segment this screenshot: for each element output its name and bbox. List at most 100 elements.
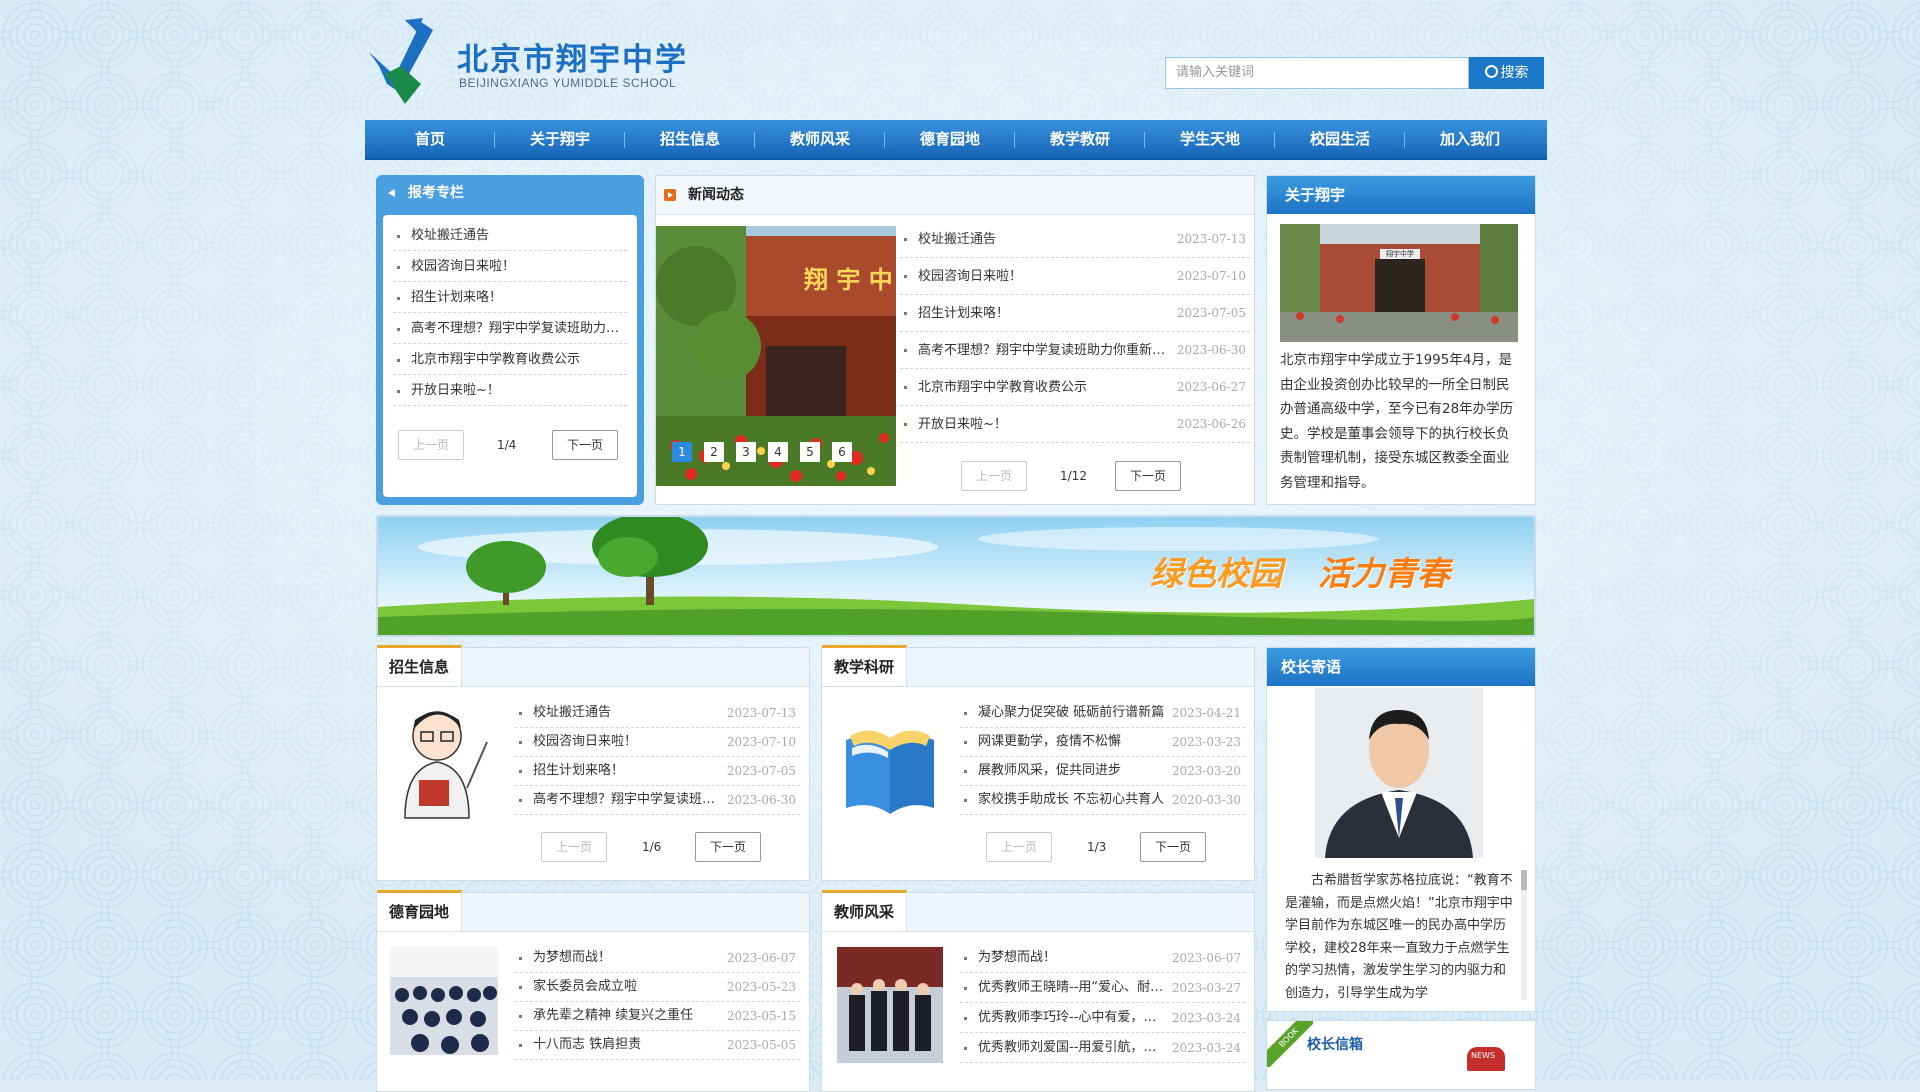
search-input[interactable]: 请输入关键词 xyxy=(1165,57,1469,89)
news-item[interactable]: 北京市翔宇中学教育收费公示 2023-06-27 xyxy=(900,369,1250,406)
slider-dot[interactable]: 6 xyxy=(832,442,852,462)
banner-text-green: 绿色校园 xyxy=(1150,554,1282,593)
moral-item-date: 2023-05-05 xyxy=(726,1038,796,1052)
teacher-item[interactable]: 优秀教师李巧玲--心中有爱，眼中有光 2023-03-24 xyxy=(960,1003,1245,1033)
news-slider[interactable]: 翔 宇 中 1 2 3 4 5 6 xyxy=(656,226,896,486)
admission-item-text: 校址搬迁通告 xyxy=(533,705,612,720)
about-photo[interactable]: 翔宇中学 xyxy=(1280,224,1518,342)
news-panel: 新闻动态 翔 宇 中 1 2 3 4 5 6 校址搬迁通告 2023-07-13… xyxy=(655,175,1255,505)
list-item[interactable]: 校园咨询日来啦！ xyxy=(393,252,627,282)
teacher-item-date: 2023-03-24 xyxy=(1171,1041,1241,1055)
speaker-icon xyxy=(388,189,395,197)
prev-page-button[interactable]: 上一页 xyxy=(398,430,464,460)
research-item[interactable]: 凝心聚力促突破 砥砺前行谱新篇 2023-04-21 xyxy=(960,698,1245,728)
list-item[interactable]: 开放日来啦~！ xyxy=(393,376,627,406)
prev-page-button[interactable]: 上一页 xyxy=(541,832,607,862)
next-page-button[interactable]: 下一页 xyxy=(695,832,761,862)
research-item[interactable]: 网课更勤学，疫情不松懈 2023-03-23 xyxy=(960,727,1245,757)
news-title: 新闻动态 xyxy=(688,187,744,203)
admission-item-date: 2023-07-13 xyxy=(726,706,796,720)
school-gate-photo xyxy=(1280,224,1518,342)
teacher-item[interactable]: 优秀教师刘爱国--用爱引航，以心育人 2023-03-24 xyxy=(960,1033,1245,1063)
nav-item-research[interactable]: 教学教研 xyxy=(1015,120,1145,158)
admission-item-text: 高考不理想？翔宇中学复读班助力你重新起航 xyxy=(533,792,720,807)
news-item-date: 2023-07-13 xyxy=(1176,232,1246,246)
teacher-item[interactable]: 为梦想而战！ 2023-06-07 xyxy=(960,943,1245,973)
news-item[interactable]: 校园咨询日来啦！ 2023-07-10 xyxy=(900,258,1250,295)
list-item-text: 校址搬迁通告 xyxy=(411,228,490,243)
news-item[interactable]: 高考不理想？翔宇中学复读班助力你重新起航 2023-06-30 xyxy=(900,332,1250,369)
research-item[interactable]: 展教师风采，促共同进步 2023-03-20 xyxy=(960,756,1245,786)
search-button-label: 搜索 xyxy=(1500,65,1529,81)
next-page-button[interactable]: 下一页 xyxy=(552,430,618,460)
news-item[interactable]: 校址搬迁通告 2023-07-13 xyxy=(900,221,1250,258)
school-logo[interactable]: 北京市翔宇中学 BEIJINGXIANG YUMIDDLE SCHOOL xyxy=(365,14,705,104)
teacher-item-date: 2023-06-07 xyxy=(1171,951,1241,965)
moral-item[interactable]: 承先辈之精神 续复兴之重任 2023-05-15 xyxy=(515,1001,800,1031)
nav-item-about[interactable]: 关于翔宇 xyxy=(495,120,625,158)
teacher-item-text: 优秀教师刘爱国--用爱引航，以心育人 xyxy=(978,1040,1165,1055)
list-item[interactable]: 校址搬迁通告 xyxy=(393,221,627,251)
research-item[interactable]: 家校携手助成长 不忘初心共育人 2020-03-30 xyxy=(960,785,1245,815)
nav-item-home[interactable]: 首页 xyxy=(365,120,495,158)
principal-text-scrollbar[interactable] xyxy=(1521,870,1527,1000)
moral-item-date: 2023-05-23 xyxy=(726,980,796,994)
campus-banner: 绿色校园 活力青春 xyxy=(376,515,1536,637)
logo-chinese-name: 北京市翔宇中学 xyxy=(457,42,688,78)
nav-item-campus-life[interactable]: 校园生活 xyxy=(1275,120,1405,158)
moral-title[interactable]: 德育园地 xyxy=(377,890,463,931)
moral-item[interactable]: 家长委员会成立啦 2023-05-23 xyxy=(515,972,800,1002)
mailbox-title[interactable]: 校长信箱 xyxy=(1307,1034,1363,1054)
scrollbar-thumb[interactable] xyxy=(1521,870,1527,890)
prev-page-button[interactable]: 上一页 xyxy=(961,461,1027,491)
principal-photo[interactable] xyxy=(1315,688,1483,858)
admission-panel: 招生信息 校址搬迁通告 2023-07-13 校园咨询日来啦！ 2023-07-10… xyxy=(376,645,810,881)
teacher-item-text: 优秀教师王晓晴--用“爱心、耐心、细心”浇灌 xyxy=(978,980,1165,995)
slider-dot[interactable]: 2 xyxy=(704,442,724,462)
nav-item-students[interactable]: 学生天地 xyxy=(1145,120,1275,158)
next-page-button[interactable]: 下一页 xyxy=(1140,832,1206,862)
principal-panel: 校长寄语 古希腊哲学家苏格拉底说：“教育不是灌输，而是点燃火焰！”北京市翔宇中学… xyxy=(1266,647,1536,1012)
news-item[interactable]: 开放日来啦~！ 2023-06-26 xyxy=(900,406,1250,443)
admission-title[interactable]: 招生信息 xyxy=(377,645,463,686)
moral-panel: 德育园地 为梦想而战！ 2023-06-07 家长委员会成立啦 2023-05-23… xyxy=(376,890,810,1092)
admission-item-date: 2023-07-10 xyxy=(726,735,796,749)
admission-item[interactable]: 校园咨询日来啦！ 2023-07-10 xyxy=(515,727,800,757)
research-item-date: 2023-03-23 xyxy=(1171,735,1241,749)
teachers-title[interactable]: 教师风采 xyxy=(822,890,908,931)
principal-title: 校长寄语 xyxy=(1281,658,1342,676)
list-item[interactable]: 招生计划来咯！ xyxy=(393,283,627,313)
page-indicator: 1/3 xyxy=(1087,840,1107,854)
logo-emblem-icon xyxy=(369,18,433,104)
list-item-text: 校园咨询日来啦！ xyxy=(411,259,516,274)
nav-item-admission[interactable]: 招生信息 xyxy=(625,120,755,158)
teacher-item-date: 2023-03-27 xyxy=(1171,981,1241,995)
classroom-photo[interactable] xyxy=(390,947,498,1055)
nav-item-teachers[interactable]: 教师风采 xyxy=(755,120,885,158)
teachers-group-photo[interactable] xyxy=(837,947,943,1063)
slider-dot[interactable]: 4 xyxy=(768,442,788,462)
search-button[interactable]: 搜索 xyxy=(1469,57,1544,89)
news-item[interactable]: 招生计划来咯！ 2023-07-05 xyxy=(900,295,1250,332)
admission-item[interactable]: 高考不理想？翔宇中学复读班助力你重新起航 2023-06-30 xyxy=(515,785,800,815)
nav-item-moral[interactable]: 德育园地 xyxy=(885,120,1015,158)
nav-item-join-us[interactable]: 加入我们 xyxy=(1405,120,1535,158)
research-item-date: 2020-03-30 xyxy=(1171,793,1241,807)
admission-item[interactable]: 招生计划来咯！ 2023-07-05 xyxy=(515,756,800,786)
teacher-item[interactable]: 优秀教师王晓晴--用“爱心、耐心、细心”浇灌 2023-03-27 xyxy=(960,973,1245,1003)
slider-dot[interactable]: 1 xyxy=(672,442,692,462)
list-item[interactable]: 北京市翔宇中学教育收费公示 xyxy=(393,345,627,375)
book-ribbon-label: BOOK xyxy=(1277,1026,1301,1050)
news-item-text: 招生计划来咯！ xyxy=(918,306,1010,321)
moral-item[interactable]: 为梦想而战！ 2023-06-07 xyxy=(515,943,800,973)
page-container: 北京市翔宇中学 BEIJINGXIANG YUMIDDLE SCHOOL 请输入… xyxy=(365,0,1547,1092)
moral-item[interactable]: 十八而志 铁肩担责 2023-05-05 xyxy=(515,1030,800,1060)
slider-dot[interactable]: 5 xyxy=(800,442,820,462)
next-page-button[interactable]: 下一页 xyxy=(1115,461,1181,491)
list-item[interactable]: 高考不理想？翔宇中学复读班助力你重新起航 xyxy=(393,314,627,344)
prev-page-button[interactable]: 上一页 xyxy=(986,832,1052,862)
list-item-text: 招生计划来咯！ xyxy=(411,290,503,305)
slider-dot[interactable]: 3 xyxy=(736,442,756,462)
admission-item[interactable]: 校址搬迁通告 2023-07-13 xyxy=(515,698,800,728)
research-title[interactable]: 教学科研 xyxy=(822,645,908,686)
